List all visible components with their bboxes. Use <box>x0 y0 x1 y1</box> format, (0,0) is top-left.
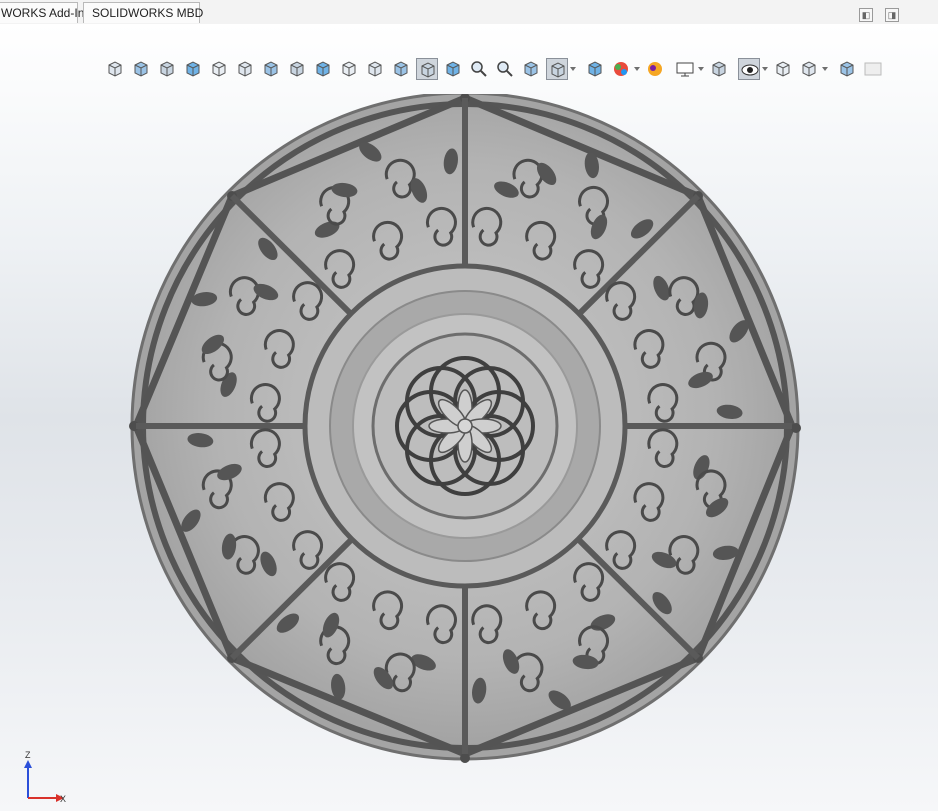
reference-triad: Z X <box>20 750 76 806</box>
section-view-icon[interactable] <box>156 58 178 80</box>
shaded-with-edges-icon[interactable] <box>416 58 438 80</box>
zoom-to-fit-icon[interactable] <box>468 58 490 80</box>
hidden-lines-icon[interactable] <box>442 58 464 80</box>
shaded-icon[interactable] <box>390 58 412 80</box>
tab-mbd[interactable]: SOLIDWORKS MBD <box>83 2 203 23</box>
right-view-icon[interactable] <box>208 58 230 80</box>
display-style-icon[interactable] <box>546 58 568 80</box>
realview-icon[interactable] <box>862 58 884 80</box>
front-view-icon[interactable] <box>130 58 152 80</box>
normal-to-icon[interactable] <box>312 58 334 80</box>
dropdown-arrow-icon[interactable] <box>822 67 828 71</box>
scenes-icon[interactable] <box>798 58 820 80</box>
graphics-area[interactable]: Z X <box>0 24 938 811</box>
dropdown-arrow-icon[interactable] <box>698 67 704 71</box>
zoom-to-area-icon[interactable] <box>494 58 516 80</box>
back-view-icon[interactable] <box>286 58 308 80</box>
left-view-icon[interactable] <box>234 58 256 80</box>
maximize-icon[interactable]: ◨ <box>885 8 899 22</box>
triad-x-label: X <box>60 794 67 804</box>
appearance-icon[interactable] <box>772 58 794 80</box>
bottom-view-icon[interactable] <box>260 58 282 80</box>
flower-center <box>457 418 473 434</box>
dropdown-arrow-icon[interactable] <box>762 67 768 71</box>
apply-scene-icon[interactable] <box>644 58 666 80</box>
command-manager-tabbar: WORKS Add-Ins SOLIDWORKS MBD <box>0 0 938 24</box>
display-pane-icon[interactable] <box>836 58 858 80</box>
trimetric-view-icon[interactable] <box>364 58 386 80</box>
top-view-icon[interactable] <box>182 58 204 80</box>
heads-up-view-toolbar <box>104 58 884 82</box>
view-visibility-icon[interactable] <box>738 58 760 80</box>
wireframe-icon[interactable] <box>520 58 542 80</box>
dimetric-view-icon[interactable] <box>338 58 360 80</box>
isometric-view-icon[interactable] <box>104 58 126 80</box>
restore-icon[interactable]: ◧ <box>859 8 873 22</box>
center-medallion <box>395 356 535 496</box>
hide-show-items-icon[interactable] <box>584 58 606 80</box>
view-orientation-icon[interactable] <box>708 58 730 80</box>
tab-addins[interactable]: WORKS Add-Ins <box>0 2 90 23</box>
dropdown-arrow-icon[interactable] <box>570 67 576 71</box>
view-settings-icon[interactable] <box>674 58 696 80</box>
triad-z-label: Z <box>25 750 31 760</box>
dropdown-arrow-icon[interactable] <box>634 67 640 71</box>
edit-appearance-icon[interactable] <box>610 58 632 80</box>
3d-model-rosette <box>129 94 801 763</box>
